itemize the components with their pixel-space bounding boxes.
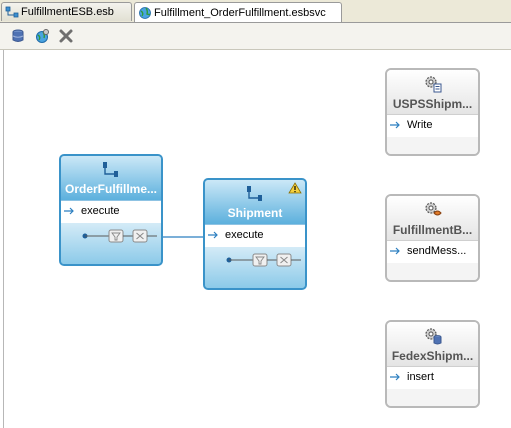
- tab-order-fulfillment-esbsvc[interactable]: Fulfillment_OrderFulfillment.esbsvc: [134, 2, 342, 22]
- globe-gear-icon[interactable]: [34, 28, 50, 44]
- node-title: FedexShipm...: [391, 349, 474, 363]
- node-footer: [205, 247, 305, 288]
- node-footer: [387, 263, 478, 280]
- node-title: USPSShipm...: [392, 97, 473, 111]
- arrow-right-icon: [208, 231, 218, 239]
- arrow-right-icon: [390, 247, 400, 255]
- node-footer: [61, 223, 161, 264]
- file-adapter-gear-icon: [424, 76, 441, 93]
- operation-row[interactable]: sendMess...: [387, 240, 478, 264]
- operation-label: execute: [225, 229, 264, 241]
- esb-diagram-icon: [5, 6, 19, 18]
- operation-row[interactable]: execute: [205, 224, 305, 248]
- arrow-right-icon: [390, 373, 400, 381]
- routing-service-icon: [247, 186, 262, 201]
- arrow-right-icon: [390, 121, 400, 129]
- database-adapter-gear-icon: [424, 328, 441, 345]
- fulfillment-batch-adapter-node[interactable]: FulfillmentB... sendMess...: [385, 194, 480, 282]
- globe-service-icon: [139, 6, 151, 19]
- operation-row[interactable]: execute: [61, 200, 161, 224]
- operation-row[interactable]: Write: [387, 114, 478, 138]
- node-title: OrderFulfillme...: [64, 182, 157, 196]
- node-title: FulfillmentB...: [392, 223, 473, 237]
- tab-label: FulfillmentESB.esb: [21, 6, 114, 18]
- node-footer: [387, 389, 478, 406]
- database-icon[interactable]: [10, 28, 26, 44]
- delete-icon[interactable]: [58, 28, 74, 44]
- operation-label: insert: [407, 371, 434, 383]
- shipment-service-node[interactable]: Shipment execute: [203, 178, 307, 290]
- operation-row[interactable]: insert: [387, 366, 478, 390]
- operation-label: sendMess...: [407, 245, 467, 257]
- editor-tab-bar: FulfillmentESB.esb Fulfillment_OrderFulf…: [0, 0, 511, 23]
- routing-rules-pipeline[interactable]: [71, 229, 157, 243]
- operation-label: execute: [81, 205, 120, 217]
- operation-label: Write: [407, 119, 433, 131]
- routing-rules-pipeline[interactable]: [215, 253, 301, 267]
- editor-toolbar: [0, 23, 511, 50]
- node-title: Shipment: [227, 206, 283, 220]
- jms-adapter-gear-icon: [424, 202, 442, 216]
- usps-shipment-adapter-node[interactable]: USPSShipm... Write: [385, 68, 480, 156]
- arrow-right-icon: [64, 207, 74, 215]
- diagram-canvas[interactable]: OrderFulfillme... execute Shipment execu…: [3, 50, 510, 428]
- tab-fulfillment-esb[interactable]: FulfillmentESB.esb: [1, 2, 132, 21]
- fedex-shipment-adapter-node[interactable]: FedexShipm... insert: [385, 320, 480, 408]
- order-fulfillment-service-node[interactable]: OrderFulfillme... execute: [59, 154, 163, 266]
- warning-icon[interactable]: [288, 182, 302, 194]
- node-footer: [387, 137, 478, 154]
- tab-label: Fulfillment_OrderFulfillment.esbsvc: [154, 6, 326, 19]
- routing-service-icon: [103, 162, 118, 177]
